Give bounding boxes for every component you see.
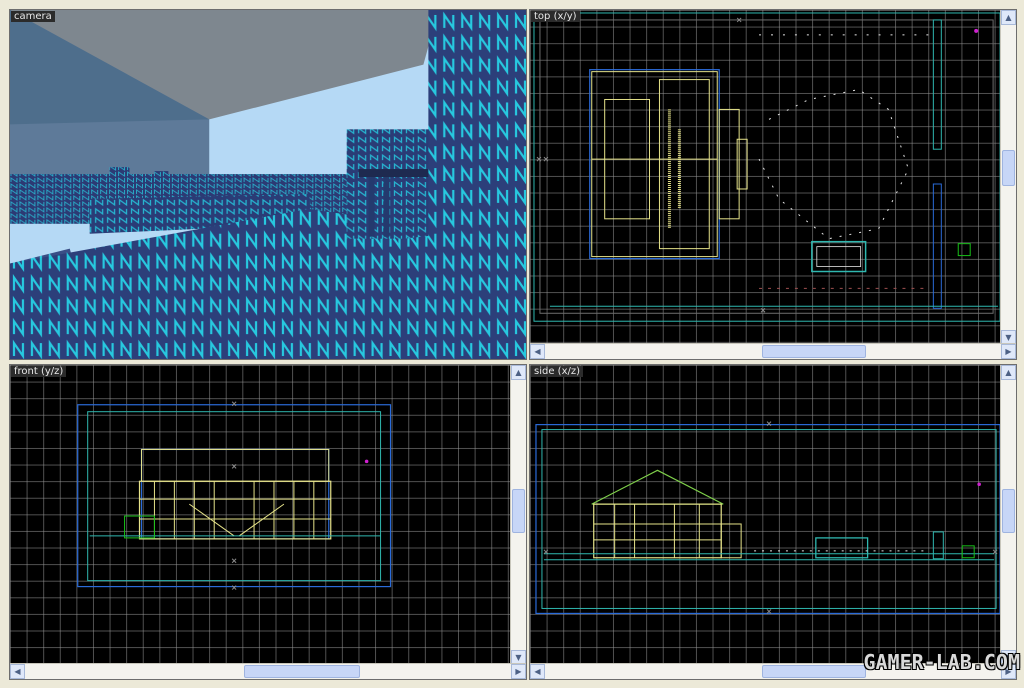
side-wireframe — [535, 421, 1001, 615]
watermark: GAMER-LAB.COM — [863, 650, 1020, 674]
viewport-label: side (x/z) — [531, 366, 584, 377]
camera-viewport[interactable]: camera — [9, 9, 527, 360]
scroll-thumb[interactable] — [512, 489, 525, 533]
viewport-label: camera — [11, 11, 55, 22]
front-viewport[interactable]: front (y/z) ▲ ▼ ◀ ▶ — [9, 364, 527, 680]
side-viewport[interactable]: side (x/z) ▲ ▼ ◀ ▶ — [529, 364, 1017, 680]
scroll-thumb[interactable] — [1002, 489, 1015, 533]
scroll-thumb[interactable] — [1002, 150, 1015, 186]
top-viewport[interactable]: top (x/y) ▲ ▼ ◀ ▶ — [529, 9, 1017, 360]
front-wireframe — [77, 401, 392, 590]
viewport-label: top (x/y) — [531, 11, 580, 22]
vertical-scrollbar[interactable]: ▲ ▼ — [510, 365, 526, 665]
scroll-up-button[interactable]: ▲ — [511, 365, 526, 380]
scroll-left-button[interactable]: ◀ — [530, 664, 545, 679]
scroll-left-button[interactable]: ◀ — [10, 664, 25, 679]
horizontal-scrollbar[interactable]: ◀ ▶ — [530, 343, 1016, 359]
scroll-right-button[interactable]: ▶ — [511, 664, 526, 679]
scroll-up-button[interactable]: ▲ — [1001, 365, 1016, 380]
top-wireframe — [533, 12, 1008, 322]
vertical-scrollbar[interactable]: ▲ ▼ — [1000, 10, 1016, 345]
scroll-right-button[interactable]: ▶ — [1001, 344, 1016, 359]
horizontal-scrollbar[interactable]: ◀ ▶ — [10, 663, 526, 679]
vertical-scrollbar[interactable]: ▲ ▼ — [1000, 365, 1016, 665]
scroll-up-button[interactable]: ▲ — [1001, 10, 1016, 25]
scroll-thumb[interactable] — [762, 665, 866, 678]
camera-scene — [10, 10, 526, 359]
scroll-thumb[interactable] — [762, 345, 866, 358]
scroll-thumb[interactable] — [244, 665, 360, 678]
scroll-left-button[interactable]: ◀ — [530, 344, 545, 359]
viewport-label: front (y/z) — [11, 366, 67, 377]
